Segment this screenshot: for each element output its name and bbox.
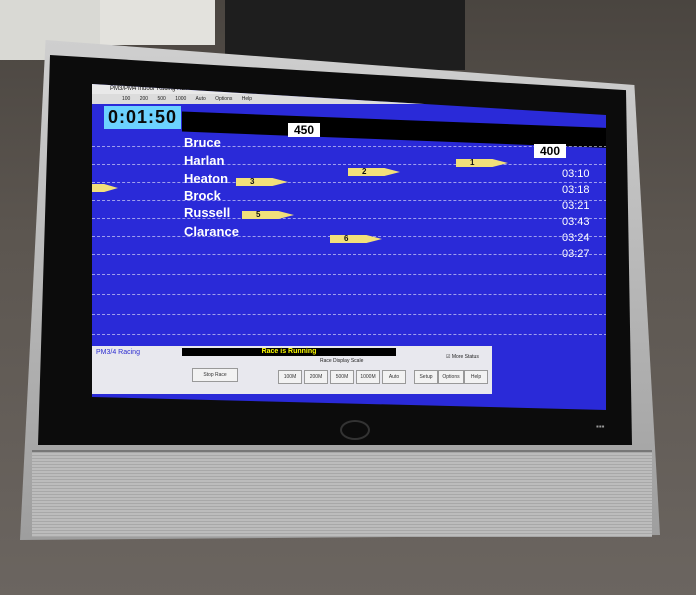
scale-100m-button[interactable]: 100M — [278, 370, 302, 384]
brand-mark: ▪▪▪ — [596, 422, 605, 431]
stop-race-button[interactable]: Stop Race — [192, 368, 238, 382]
lane-line — [92, 164, 606, 165]
menu-item[interactable]: Options — [215, 96, 232, 102]
menu-item[interactable]: Auto — [195, 96, 205, 102]
scale-200m-button[interactable]: 200M — [304, 370, 328, 384]
lane-line — [92, 182, 606, 183]
menu-item[interactable]: 200 — [140, 96, 148, 102]
lane-line — [92, 334, 606, 335]
lane-line — [92, 294, 606, 295]
menu-item[interactable]: 1000 — [175, 96, 186, 102]
monitor-screen: PM3/PM4 Indoor Racing Race:Untitled View… — [92, 84, 606, 410]
scale-1000m-button[interactable]: 1000M — [356, 370, 380, 384]
lane-line — [92, 200, 606, 201]
rower-time: 03:21 — [562, 200, 590, 212]
race-status: Race is Running — [182, 348, 396, 356]
menu-item[interactable]: 100 — [122, 96, 130, 102]
boat-marker — [92, 184, 118, 192]
lane-line — [92, 146, 606, 147]
distance-band — [182, 111, 606, 149]
scale-auto-button[interactable]: Auto — [382, 370, 406, 384]
rower-name: Clarance — [184, 224, 239, 239]
lane-line — [92, 218, 606, 219]
menu-item[interactable]: Help — [242, 96, 252, 102]
wall-paper-2 — [100, 0, 215, 45]
boat-marker: 2 — [348, 168, 400, 176]
scale-label: Race Display Scale — [320, 358, 364, 364]
boat-marker: 1 — [456, 159, 508, 167]
rower-name: Harlan — [184, 153, 225, 168]
race-timer: 0:01:50 — [104, 106, 182, 129]
rower-name: Heaton — [184, 171, 229, 186]
rower-time: 03:24 — [562, 232, 590, 244]
rower-name: Brock — [184, 188, 221, 203]
rower-time: 03:18 — [562, 184, 590, 196]
scale-500m-button[interactable]: 500M — [330, 370, 354, 384]
rower-name: Russell — [184, 205, 231, 220]
rower-time: 03:10 — [562, 168, 590, 180]
lane-line — [92, 254, 606, 255]
rower-time: 03:43 — [562, 216, 590, 228]
options-button[interactable]: Options — [438, 370, 464, 384]
distance-marker-near: 450 — [288, 123, 321, 137]
lane-line — [92, 274, 606, 275]
control-panel: PM3/4 Racing Race is Running Stop Race R… — [92, 346, 492, 394]
setup-button[interactable]: Setup — [414, 370, 438, 384]
panel-title: PM3/4 Racing — [96, 349, 140, 356]
speaker-grille — [32, 450, 652, 537]
boat-marker: 3 — [236, 178, 288, 186]
menu-item[interactable]: 500 — [157, 96, 165, 102]
more-status-checkbox[interactable]: ☑ More Status — [446, 354, 479, 360]
more-status-label: More Status — [451, 354, 479, 360]
monitor-logo-icon — [340, 420, 370, 440]
help-button[interactable]: Help — [464, 370, 488, 384]
rower-name: Bruce — [184, 135, 221, 150]
lane-line — [92, 314, 606, 315]
rower-time: 03:27 — [562, 248, 590, 260]
